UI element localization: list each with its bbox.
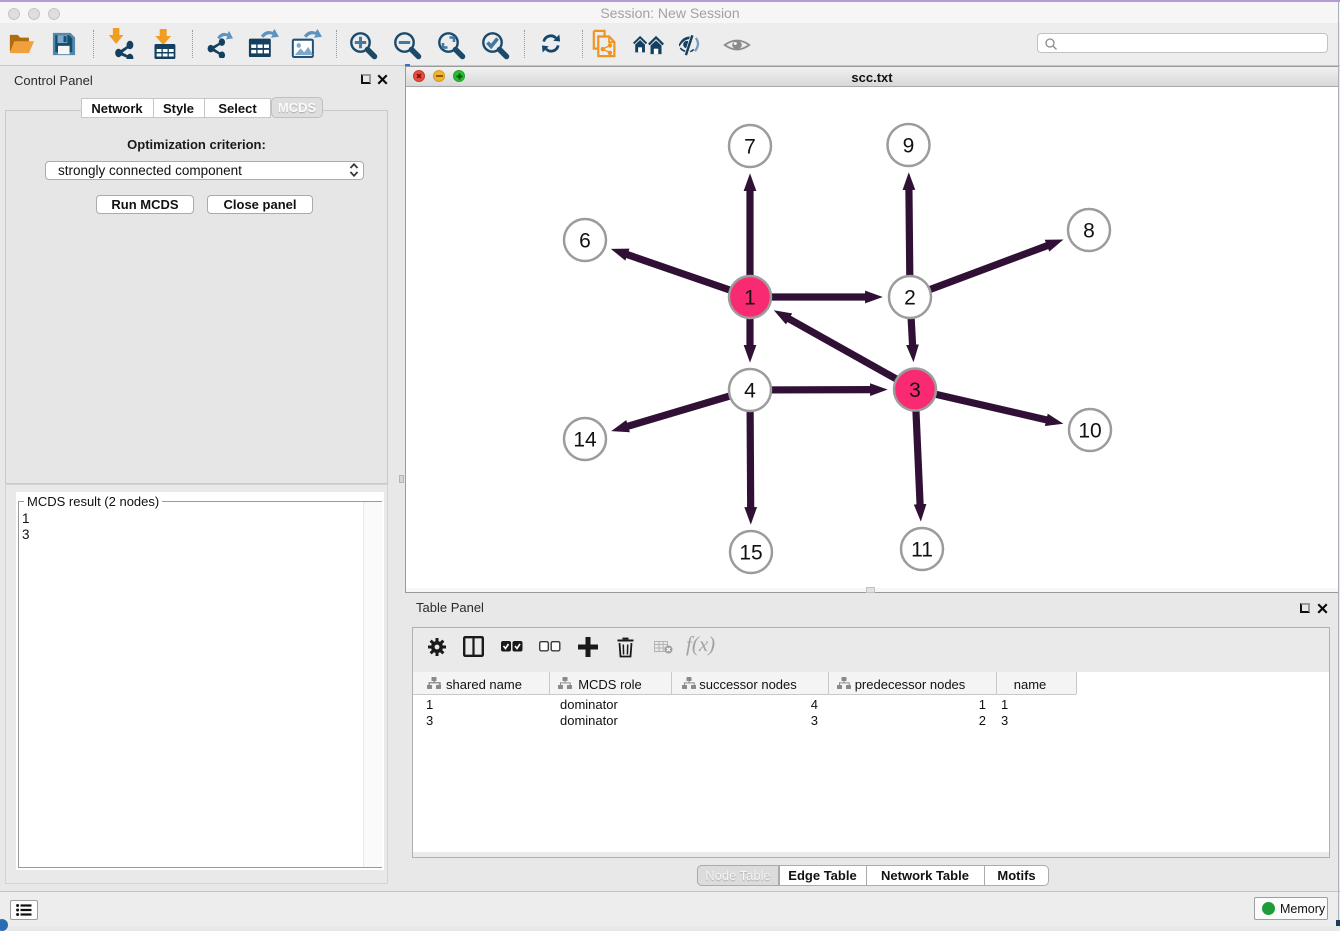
svg-text:15: 15: [739, 542, 762, 565]
svg-text:7: 7: [744, 136, 756, 159]
svg-text:2: 2: [904, 287, 916, 310]
svg-text:6: 6: [579, 230, 591, 253]
svg-text:10: 10: [1078, 420, 1101, 443]
svg-text:11: 11: [911, 539, 933, 562]
svg-text:8: 8: [1083, 220, 1095, 243]
svg-text:3: 3: [909, 379, 921, 402]
svg-text:1: 1: [744, 287, 756, 310]
svg-text:4: 4: [744, 380, 756, 403]
svg-text:14: 14: [573, 429, 597, 452]
svg-text:9: 9: [903, 135, 915, 158]
